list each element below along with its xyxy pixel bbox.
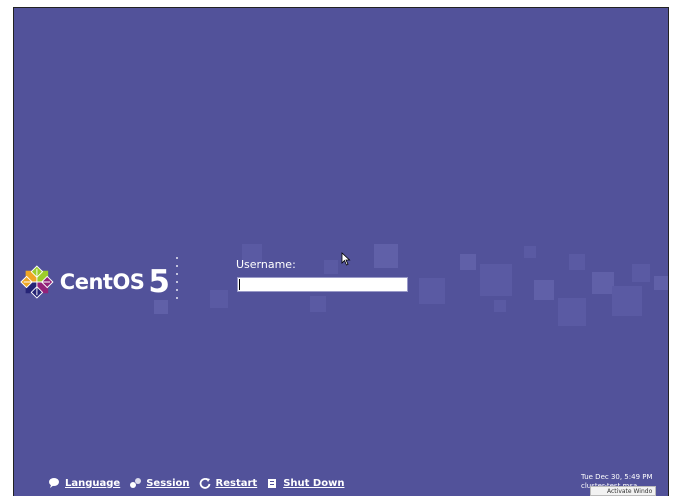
clock-datetime: Tue Dec 30, 5:49 PM [581,473,653,481]
activate-windows-notice: Activate Windo [590,486,656,496]
separator-dots [176,257,180,307]
language-label: Language [65,477,121,489]
mouse-pointer-icon [341,252,351,266]
shutdown-button[interactable]: Shut Down [266,477,344,489]
language-button[interactable]: Language [48,477,120,489]
restart-icon [199,478,210,489]
login-screen: CentOS 5 Username: Language Session Rest… [13,7,669,496]
shutdown-icon [268,479,277,488]
shutdown-label: Shut Down [283,477,345,489]
brand-version: 5 [148,263,170,300]
brand-name: CentOS [59,270,145,294]
language-icon [49,478,59,488]
username-label: Username: [236,258,296,271]
centos-logo: CentOS 5 [20,264,170,300]
text-caret [239,279,240,290]
restart-button[interactable]: Restart [199,477,258,489]
session-button[interactable]: Session [129,477,190,489]
session-icon [130,478,142,488]
bottom-bar: Language Session Restart Shut Down [48,477,353,489]
session-label: Session [146,477,190,489]
username-input[interactable] [237,277,408,292]
centos-logo-icon [20,265,54,299]
restart-label: Restart [215,477,258,489]
